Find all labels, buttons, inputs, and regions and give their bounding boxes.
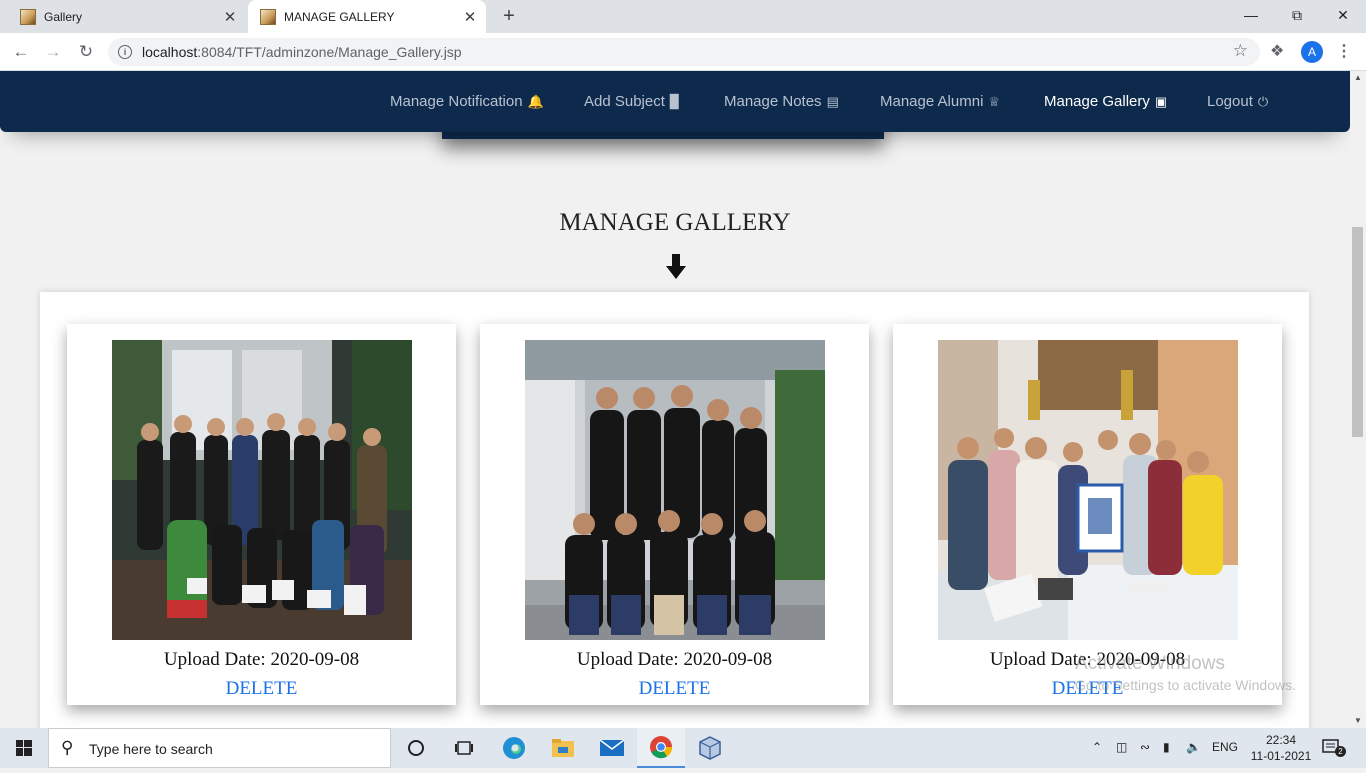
nav-manage-gallery[interactable]: Manage Gallery ▣	[1044, 93, 1167, 110]
nav-logout[interactable]: Logout ⏻	[1207, 93, 1268, 110]
upload-date: Upload Date: 2020-09-08	[163, 649, 360, 670]
task-view-button[interactable]	[440, 728, 488, 768]
chrome-app[interactable]	[637, 728, 685, 768]
nav-add-subject[interactable]: Add Subject ▉	[584, 93, 680, 110]
start-button[interactable]	[0, 728, 48, 768]
gallery-card: Upload Date: 2020-09-08 DELETE	[480, 324, 869, 705]
gallery-card: Upload Date: 2020-09-08 DELETE	[893, 324, 1282, 705]
scroll-down-arrow-icon[interactable]: ▼	[1350, 714, 1366, 728]
mail-icon	[599, 739, 625, 756]
windows-logo-icon	[16, 740, 32, 756]
action-center-button[interactable]: 2	[1322, 738, 1346, 758]
site-favicon	[20, 8, 36, 25]
clock-date: 11-01-2021	[1250, 749, 1312, 763]
list-icon: ▤	[826, 94, 839, 109]
page-title: MANAGE GALLERY	[559, 209, 791, 236]
upload-date: Upload Date: 2020-09-08	[576, 649, 773, 670]
notification-count-badge: 2	[1335, 746, 1346, 757]
input-language[interactable]: ENG	[1212, 740, 1238, 754]
volume-icon[interactable]: 🔈	[1186, 740, 1201, 754]
window-close-button[interactable]: ✕	[1320, 0, 1366, 30]
graduate-icon: ♕	[988, 94, 1001, 109]
cortana-circle-icon	[408, 740, 424, 756]
nav-manage-notification[interactable]: Manage Notification 🔔	[390, 93, 544, 110]
nav-label: Manage Notification	[390, 93, 523, 110]
arrow-down-icon	[666, 254, 686, 279]
bookmark-star-icon[interactable]: ☆	[1233, 41, 1248, 61]
reload-button[interactable]: ↻	[72, 38, 100, 66]
book-icon: ▉	[669, 94, 680, 109]
mail-app[interactable]	[588, 728, 636, 768]
tab-manage-gallery[interactable]: MANAGE GALLERY ✕	[248, 0, 486, 33]
nav-label: Manage Notes	[724, 93, 822, 110]
gallery-photo[interactable]	[525, 340, 825, 640]
system-clock[interactable]: 22:34 11-01-2021	[1250, 732, 1312, 764]
bell-icon: 🔔	[527, 94, 544, 109]
browser-toolbar: ← → ↻ i localhost:8084/TFT/adminzone/Man…	[0, 33, 1366, 71]
back-button[interactable]: ←	[7, 38, 35, 66]
browser-menu-icon[interactable]: ⋮	[1336, 41, 1352, 61]
power-icon: ⏻	[1257, 94, 1269, 109]
delete-link[interactable]: DELETE	[67, 678, 456, 700]
windows-activation-watermark: Activate Windows	[1075, 653, 1225, 674]
battery-icon[interactable]: ▮	[1163, 740, 1170, 754]
nav-label: Manage Gallery	[1044, 93, 1150, 110]
close-icon[interactable]: ✕	[460, 8, 480, 26]
site-favicon	[260, 8, 276, 25]
virtualbox-app[interactable]	[686, 728, 734, 768]
address-bar[interactable]: i localhost:8084/TFT/adminzone/Manage_Ga…	[108, 38, 1260, 66]
minimize-button[interactable]: —	[1228, 0, 1274, 30]
nav-label: Manage Alumni	[880, 93, 984, 110]
folder-icon	[552, 739, 574, 757]
nav-manage-alumni[interactable]: Manage Alumni ♕	[880, 93, 1000, 110]
page-viewport: Manage Notification 🔔 Add Subject ▉ Manage…	[0, 71, 1350, 728]
scroll-up-arrow-icon[interactable]: ▲	[1350, 71, 1366, 85]
device-icon[interactable]: ◫	[1116, 740, 1127, 754]
browser-tabstrip: Gallery ✕ MANAGE GALLERY ✕ + — ⧉ ✕	[0, 0, 1366, 33]
nav-label: Add Subject	[584, 93, 665, 110]
taskbar-search-box[interactable]: ⚲ Type here to search	[48, 728, 391, 768]
close-icon[interactable]: ✕	[220, 8, 240, 26]
gallery-photo[interactable]	[938, 340, 1238, 640]
restore-button[interactable]: ⧉	[1274, 0, 1320, 30]
clock-time: 22:34	[1265, 733, 1297, 747]
nav-label: Logout	[1207, 93, 1253, 110]
gallery-card: Upload Date: 2020-09-08 DELETE	[67, 324, 456, 705]
wifi-icon[interactable]: ∾	[1140, 740, 1150, 754]
forward-button[interactable]: →	[39, 38, 67, 66]
tab-title: Gallery	[44, 9, 83, 24]
chrome-browser-icon	[650, 736, 673, 759]
file-explorer-app[interactable]	[539, 728, 587, 768]
extensions-puzzle-icon[interactable]: ❖	[1270, 41, 1284, 61]
edge-app[interactable]	[490, 728, 538, 768]
info-icon[interactable]: i	[118, 45, 132, 59]
windows-taskbar: ⚲ Type here to search ⌃ ◫ ∾ ▮ 🔈 ENG 22:3…	[0, 728, 1366, 768]
scroll-thumb[interactable]	[1352, 227, 1363, 437]
cortana-button[interactable]	[392, 728, 440, 768]
gallery-photo[interactable]	[112, 340, 412, 640]
task-view-icon	[455, 741, 473, 755]
show-hidden-icons-chevron-icon[interactable]: ⌃	[1092, 740, 1102, 754]
page-scrollbar[interactable]: ▲ ▼	[1350, 71, 1366, 728]
tab-title: MANAGE GALLERY	[284, 9, 395, 24]
windows-activation-hint: Go to Settings to activate Windows.	[1075, 677, 1296, 693]
site-nav-links: Manage Notification 🔔 Add Subject ▉ Manage…	[0, 71, 1350, 132]
profile-avatar[interactable]: A	[1301, 41, 1323, 63]
search-icon: ⚲	[61, 738, 74, 757]
search-placeholder: Type here to search	[89, 741, 213, 757]
cube-icon	[699, 736, 721, 760]
edge-browser-icon	[503, 737, 525, 759]
delete-link[interactable]: DELETE	[480, 678, 869, 700]
nav-manage-notes[interactable]: Manage Notes ▤	[724, 93, 839, 110]
url-text[interactable]: localhost:8084/TFT/adminzone/Manage_Gall…	[142, 44, 462, 60]
image-icon: ▣	[1154, 94, 1168, 109]
new-tab-button[interactable]: +	[498, 5, 520, 27]
tab-gallery[interactable]: Gallery ✕	[8, 0, 246, 33]
